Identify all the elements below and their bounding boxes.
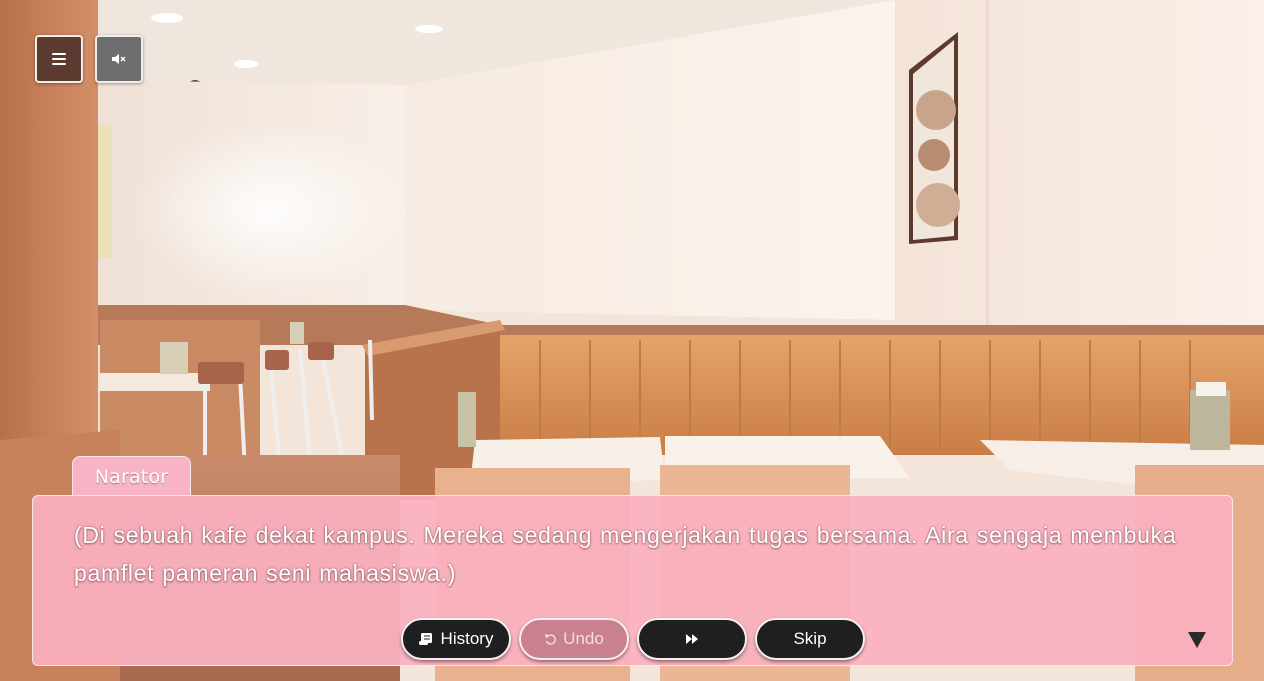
- scroll-icon: [418, 632, 435, 646]
- undo-button[interactable]: Undo: [519, 618, 629, 660]
- menu-button[interactable]: [35, 35, 83, 83]
- undo-icon: [544, 633, 557, 646]
- history-button[interactable]: History: [401, 618, 511, 660]
- hamburger-menu-icon: [52, 53, 66, 65]
- skip-label: Skip: [793, 629, 827, 648]
- speaker-muted-icon: [112, 54, 126, 64]
- sound-toggle-button[interactable]: [95, 35, 143, 83]
- history-label: History: [440, 629, 494, 648]
- dialogue-text: (Di sebuah kafe dekat kampus. Mereka sed…: [74, 522, 1177, 586]
- undo-label: Undo: [563, 629, 604, 648]
- fast-forward-icon: [686, 634, 698, 644]
- fast-forward-button[interactable]: [637, 618, 747, 660]
- dialogue-box[interactable]: (Di sebuah kafe dekat kampus. Mereka sed…: [32, 495, 1233, 666]
- skip-button[interactable]: Skip: [755, 618, 865, 660]
- speaker-name-tab: Narator: [72, 456, 191, 496]
- triangle-down-icon[interactable]: [1187, 631, 1207, 649]
